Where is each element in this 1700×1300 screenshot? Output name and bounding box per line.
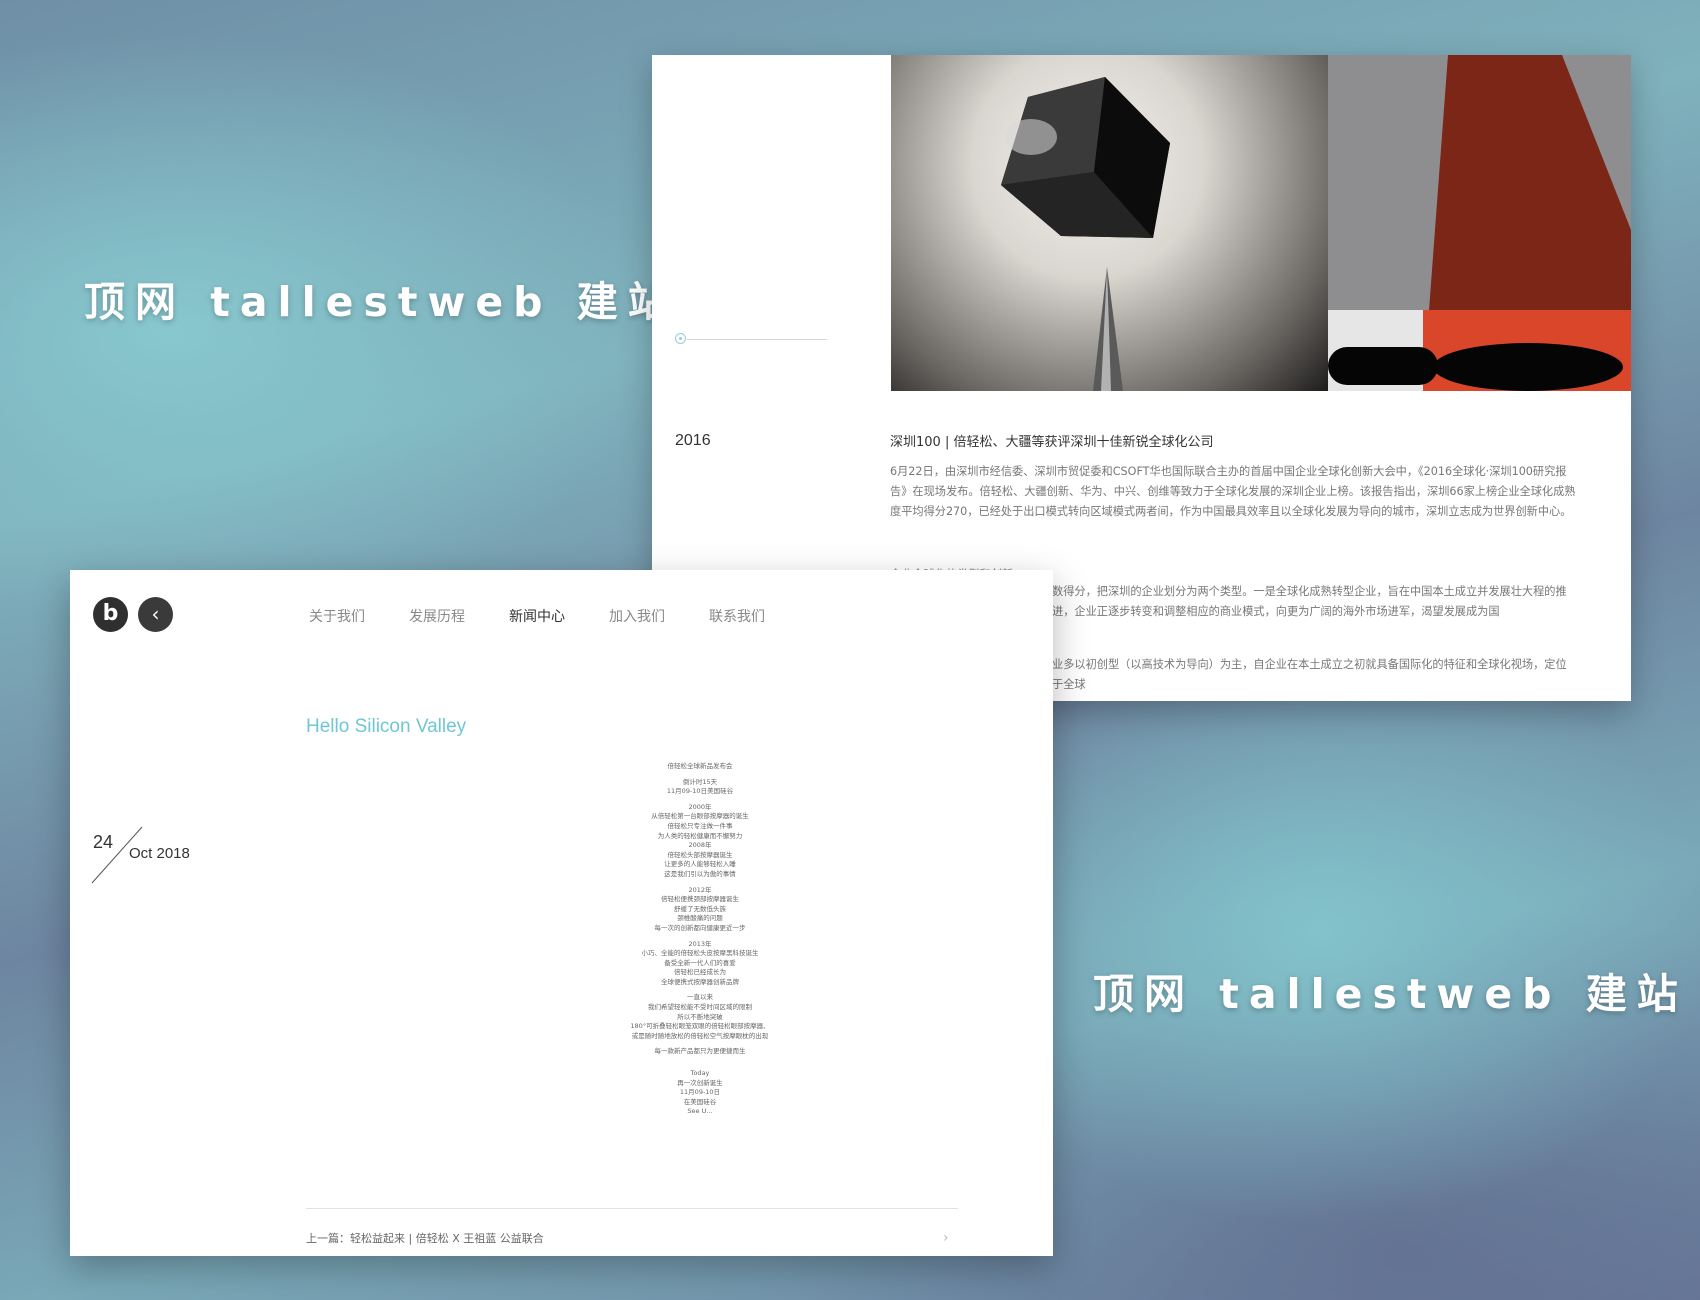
abstract-red-image — [1328, 55, 1631, 391]
nav-item-join[interactable]: 加入我们 — [609, 606, 665, 626]
article-title: Hello Silicon Valley — [306, 716, 467, 737]
chevron-left-icon: ‹ — [151, 602, 160, 626]
article-line: 在美国硅谷 — [683, 1097, 717, 1106]
previous-article-link[interactable]: 上一篇：轻松益起来 | 倍轻松 X 王祖蓝 公益联合 — [306, 1230, 544, 1246]
article-line: 颈椎酸痛的问题 — [677, 914, 723, 923]
nav-item-contact[interactable]: 联系我们 — [709, 606, 765, 626]
article-line: 每一款新产品都只为更便捷而生 — [654, 1047, 746, 1056]
timeline-line — [687, 339, 827, 340]
article-line: 一直以来 — [687, 993, 713, 1002]
article-line: 2000年 — [688, 802, 712, 811]
article-line: 180°可折叠轻松眼笼双眼的倍轻松眼部按摩器、 — [630, 1022, 770, 1031]
article-line: 再一次创新诞生 — [677, 1078, 723, 1087]
article-line: 倍轻松头部按摩器诞生 — [667, 850, 733, 859]
back-button[interactable]: ‹ — [138, 597, 173, 632]
article-line: 为人类的轻松健康而不懈努力 — [657, 831, 743, 840]
article-line: See U... — [687, 1107, 713, 1116]
nav-item-about[interactable]: 关于我们 — [309, 606, 365, 626]
article-line: 倍轻松便携颈部按摩器诞生 — [661, 895, 739, 904]
news-article-screenshot: b ‹ 关于我们 发展历程 新闻中心 加入我们 联系我们 Hello Silic… — [70, 570, 1053, 1256]
nav-item-news[interactable]: 新闻中心 — [509, 606, 565, 626]
article-line: 小巧、全能的倍轻松头皮按摩黑科技诞生 — [641, 949, 759, 958]
article-line: 11月09-10日 — [679, 1088, 721, 1097]
article-line: 从倍轻松第一台眼部按摩器的诞生 — [651, 812, 749, 821]
article-line: 倒计时15天 — [682, 777, 718, 786]
timeline-marker[interactable] — [675, 333, 686, 344]
article-divider — [306, 1208, 958, 1209]
article-line: 2008年 — [688, 841, 712, 850]
article-line: 2013年 — [688, 939, 712, 948]
article-line: 备受全新一代人们的喜爱 — [664, 958, 736, 967]
news-paragraph-1: 6月22日，由深圳市经信委、深圳市贸促委和CSOFT华也国际联合主办的首届中国企… — [890, 465, 1576, 518]
article-line: 11月09-10日美国硅谷 — [666, 787, 734, 796]
article-line: Today — [690, 1069, 710, 1078]
article-line: 倍轻松只专注做一件事 — [667, 821, 733, 830]
news-paragraph-3: 业多以初创型（以高技术为导向）为主，自企业在本土成立之初就具备国际化的特征和全球… — [1052, 658, 1567, 691]
article-line: 倍轻松已经成长为 — [674, 968, 726, 977]
news-headline[interactable]: 深圳100 | 倍轻松、大疆等获评深圳十佳新锐全球化公司 — [890, 431, 1213, 450]
article-line: 这是我们引以为傲的事情 — [664, 869, 736, 878]
article-line: 或是随时随地放松的倍轻松空气按摩眼枕的出现 — [631, 1031, 769, 1040]
article-line: 让更多的人能够轻松入睡 — [664, 860, 736, 869]
article-line: 我们希望轻松能不受时间区域的限制 — [648, 1003, 752, 1012]
article-line: 2012年 — [688, 885, 712, 894]
watermark-text-bottom: 顶网 tallestweb 建站 — [1093, 970, 1688, 1018]
article-line: 所以不断地突破 — [677, 1012, 723, 1021]
news-paragraph-2: 数得分，把深圳的企业划分为两个类型。一是全球化成熟转型企业，旨在中国本土成立并发… — [1052, 585, 1567, 618]
watermark-text-top: 顶网 tallestweb 建站 — [84, 278, 679, 326]
article-line: 倍轻松全球新品发布会 — [667, 762, 733, 770]
cube-hero-image — [891, 55, 1328, 391]
article-line: 每一次的创新都向健康更近一步 — [654, 923, 746, 932]
article-body: 倍轻松全球新品发布会 倒计时15天 11月09-10日美国硅谷 2000年 从倍轻松第一… — [490, 762, 910, 1117]
timeline-year: 2016 — [675, 432, 711, 449]
article-date-day: 24 — [93, 832, 114, 852]
article-line: 全球便携式按摩器创新品牌 — [661, 977, 739, 986]
article-date-month: Oct 2018 — [129, 845, 190, 862]
nav-item-history[interactable]: 发展历程 — [409, 606, 465, 626]
brand-logo[interactable]: b — [93, 597, 128, 632]
chevron-right-icon[interactable]: › — [943, 1230, 949, 1246]
article-line: 舒缓了无数低头族 — [674, 904, 726, 913]
main-nav: 关于我们 发展历程 新闻中心 加入我们 联系我们 — [309, 606, 809, 626]
